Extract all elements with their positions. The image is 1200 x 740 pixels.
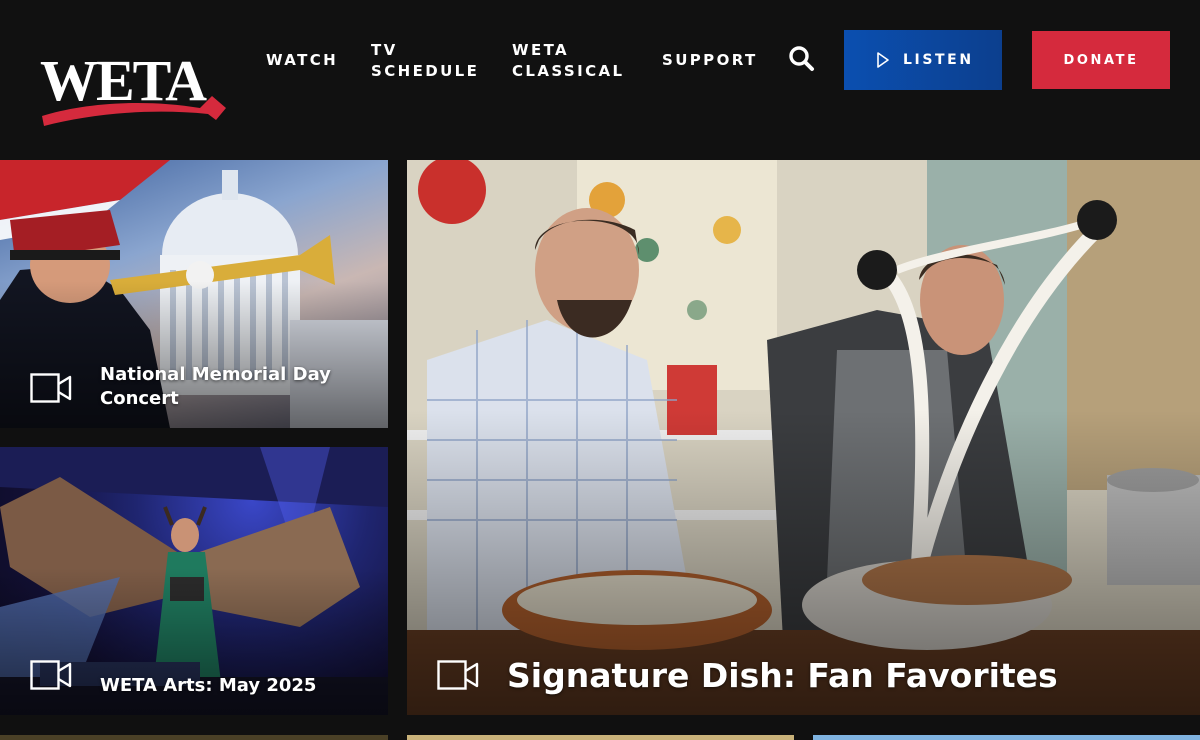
listen-button[interactable]: LISTEN: [844, 30, 1002, 90]
video-camera-icon: [437, 660, 479, 690]
video-camera-icon: [30, 660, 72, 690]
card-signature-dish-fan-favorites[interactable]: Signature Dish: Fan Favorites: [407, 160, 1200, 715]
card-title-line2: Concert: [100, 388, 179, 409]
listen-label: LISTEN: [903, 52, 974, 68]
weta-logo[interactable]: WETA: [40, 50, 230, 128]
donate-label: DONATE: [1063, 53, 1139, 68]
logo-swoosh-icon: [42, 96, 226, 126]
card-title-line1: National Memorial Day: [100, 364, 331, 385]
nav-weta-classical[interactable]: WETA CLASSICAL: [512, 40, 652, 82]
next-card-edge: [0, 735, 388, 740]
card-weta-arts-may-2025[interactable]: WETA Arts: May 2025: [0, 447, 388, 715]
nav-tv-schedule-line2: SCHEDULE: [371, 62, 480, 80]
next-card-edge: [813, 735, 1200, 740]
donate-button[interactable]: DONATE: [1032, 31, 1170, 89]
card-title: National Memorial Day Concert: [100, 363, 370, 411]
nav-watch[interactable]: WATCH: [266, 50, 338, 71]
next-card-edge: [407, 735, 794, 740]
nav-weta-classical-line1: WETA: [512, 41, 570, 59]
nav-tv-schedule-line1: TV: [371, 41, 398, 59]
nav-support[interactable]: SUPPORT: [662, 50, 758, 71]
search-icon: [789, 46, 814, 71]
play-icon: [877, 52, 889, 68]
video-camera-icon: [30, 373, 72, 403]
nav-weta-classical-line2: CLASSICAL: [512, 62, 625, 80]
nav-tv-schedule[interactable]: TV SCHEDULE: [371, 40, 511, 82]
card-title: WETA Arts: May 2025: [100, 675, 317, 696]
search-button[interactable]: [786, 44, 816, 74]
card-title: Signature Dish: Fan Favorites: [507, 656, 1058, 695]
card-national-memorial-day-concert[interactable]: National Memorial Day Concert: [0, 160, 388, 428]
site-header: WETA WATCH TV SCHEDULE WETA CLASSICAL SU…: [0, 0, 1200, 160]
